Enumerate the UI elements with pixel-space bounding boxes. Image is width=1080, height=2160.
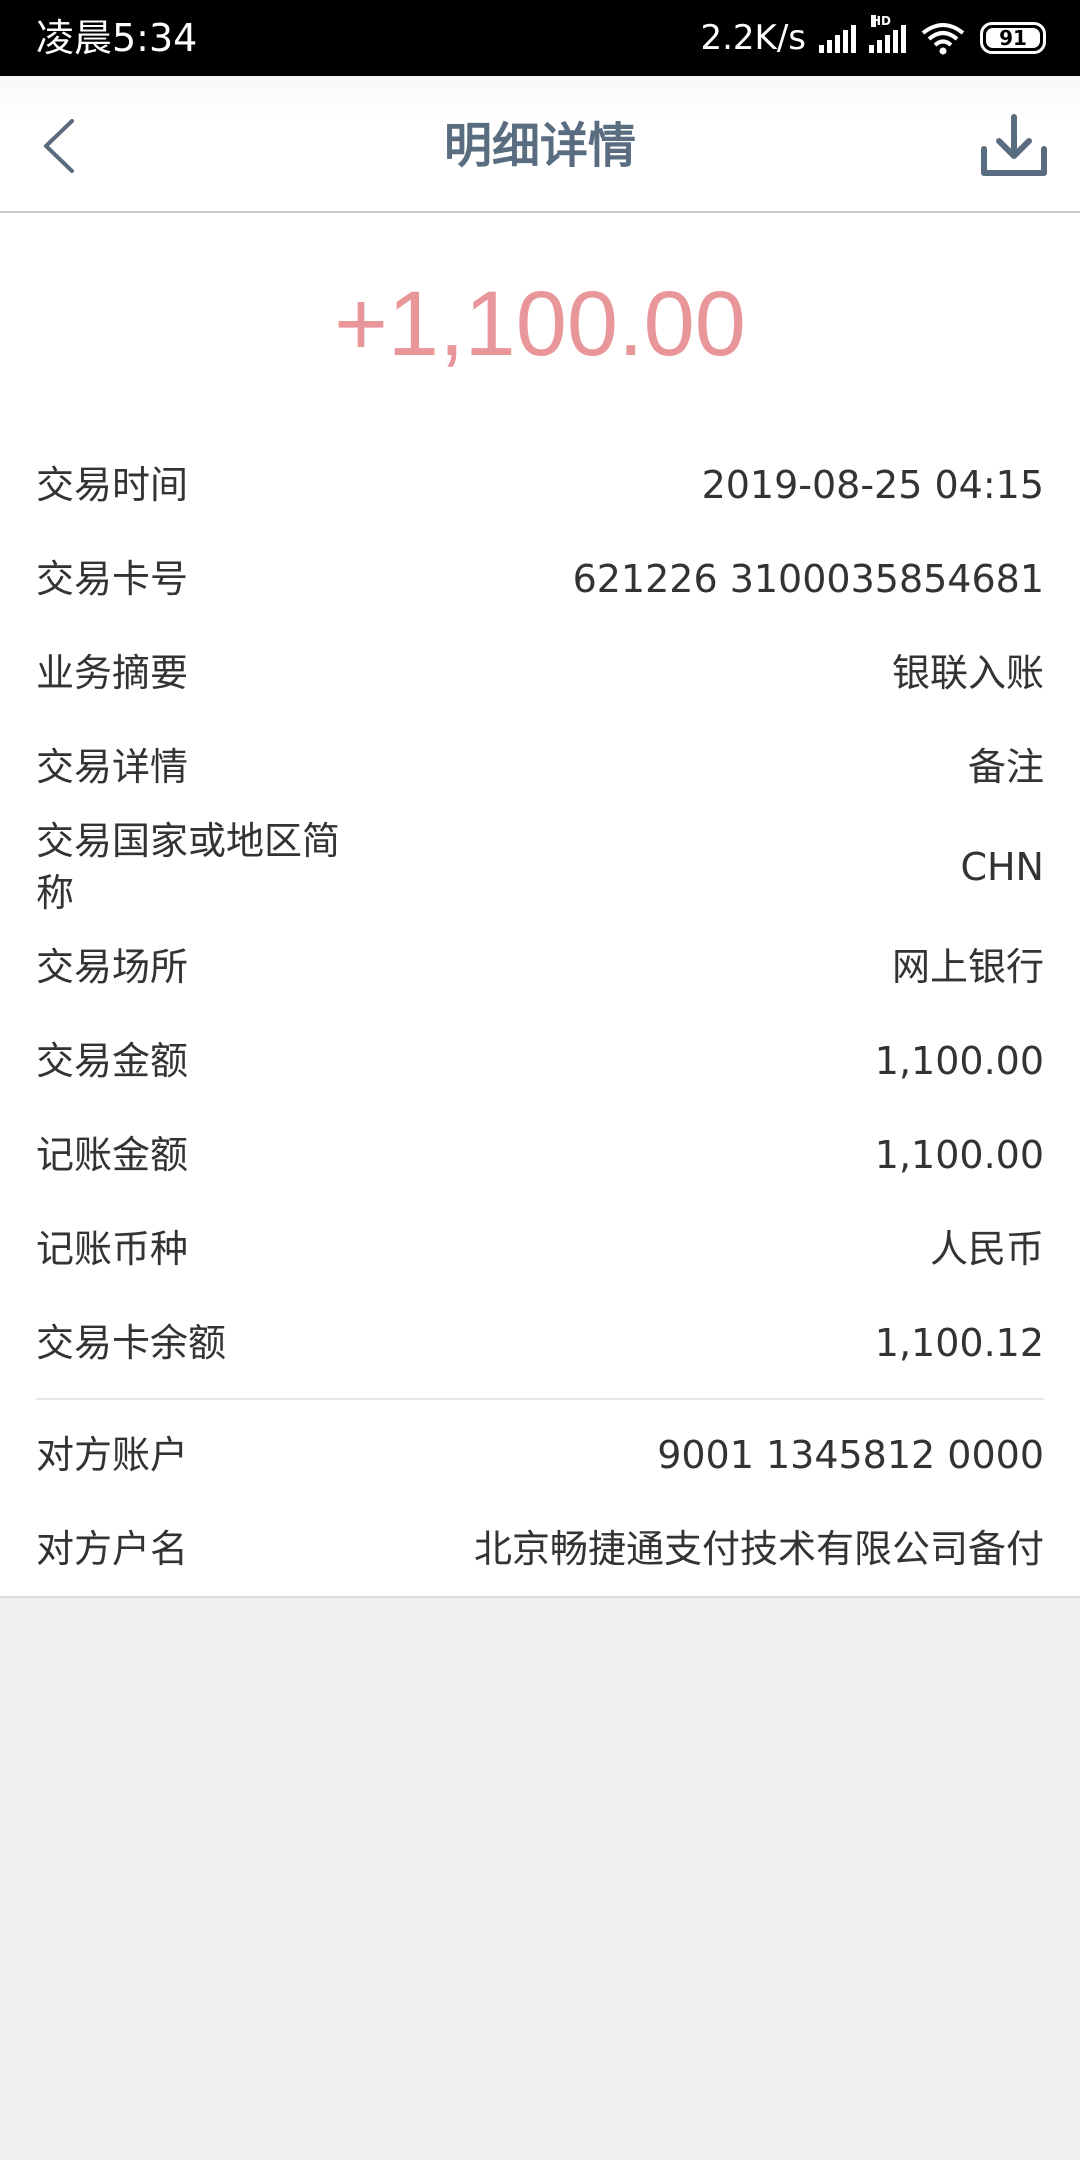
download-button[interactable] [974, 106, 1054, 186]
detail-row-transaction-time: 交易时间 2019-08-25 04:15 [36, 438, 1044, 532]
detail-label: 记账金额 [36, 1133, 189, 1177]
detail-row-transaction-amount: 交易金额 1,100.00 [36, 1014, 1044, 1108]
detail-row-summary: 业务摘要 银联入账 [36, 626, 1044, 720]
network-speed: 2.2K/s [700, 18, 806, 58]
section-divider [36, 1398, 1044, 1400]
transaction-amount: +1,100.00 [334, 273, 746, 375]
detail-list: 交易时间 2019-08-25 04:15 交易卡号 621226 310003… [36, 438, 1044, 1596]
detail-label: 记账币种 [36, 1227, 189, 1271]
detail-label: 交易金额 [36, 1039, 189, 1083]
battery-level: 91 [999, 26, 1027, 50]
detail-value: 1,100.00 [874, 1039, 1044, 1083]
detail-label: 交易详情 [36, 745, 189, 789]
hd-label: HD [871, 14, 892, 28]
detail-value: 银联入账 [891, 651, 1044, 695]
detail-value: 621226 3100035854681 [572, 557, 1044, 601]
detail-label: 交易国家或地区简称 [36, 819, 341, 915]
detail-value: 网上银行 [891, 945, 1044, 989]
status-time: 凌晨5:34 [36, 16, 198, 60]
battery-icon: 91 [980, 22, 1046, 54]
detail-row-counterparty-name: 对方户名 北京畅捷通支付技术有限公司备付 [36, 1502, 1044, 1596]
detail-value: 9001 1345812 0000 [657, 1433, 1044, 1477]
wifi-icon [921, 23, 965, 55]
detail-label: 交易时间 [36, 463, 189, 507]
detail-row-card-balance: 交易卡余额 1,100.12 [36, 1296, 1044, 1390]
detail-value: 2019-08-25 04:15 [701, 463, 1044, 507]
detail-value: 备注 [967, 745, 1044, 789]
detail-value: 1,100.00 [874, 1133, 1044, 1177]
detail-label: 交易场所 [36, 945, 189, 989]
detail-label: 对方户名 [36, 1527, 189, 1571]
detail-row-currency: 记账币种 人民币 [36, 1202, 1044, 1296]
detail-label: 交易卡号 [36, 557, 189, 601]
app-header: 明细详情 [0, 76, 1080, 213]
download-icon [981, 114, 1047, 176]
signal-hd-icon: HD [866, 15, 906, 53]
detail-label: 交易卡余额 [36, 1321, 227, 1365]
page-title: 明细详情 [443, 118, 636, 174]
signal-icon [816, 23, 856, 53]
transaction-detail-card: +1,100.00 交易时间 2019-08-25 04:15 交易卡号 621… [0, 213, 1080, 1598]
detail-label: 业务摘要 [36, 651, 189, 695]
detail-row-venue: 交易场所 网上银行 [36, 920, 1044, 1014]
detail-row-transaction-detail: 交易详情 备注 [36, 720, 1044, 814]
detail-row-posted-amount: 记账金额 1,100.00 [36, 1108, 1044, 1202]
detail-value: CHN [960, 845, 1044, 889]
detail-row-card-number: 交易卡号 621226 3100035854681 [36, 532, 1044, 626]
detail-row-counterparty-account: 对方账户 9001 1345812 0000 [36, 1408, 1044, 1502]
detail-value: 北京畅捷通支付技术有限公司备付 [473, 1527, 1044, 1571]
detail-value: 1,100.12 [874, 1321, 1044, 1365]
status-indicators: 2.2K/s HD 91 [700, 14, 1046, 62]
detail-value: 人民币 [929, 1227, 1044, 1271]
detail-row-country: 交易国家或地区简称 CHN [36, 814, 1044, 920]
detail-label: 对方账户 [36, 1433, 189, 1477]
status-bar: 凌晨5:34 2.2K/s HD 91 [0, 0, 1080, 76]
